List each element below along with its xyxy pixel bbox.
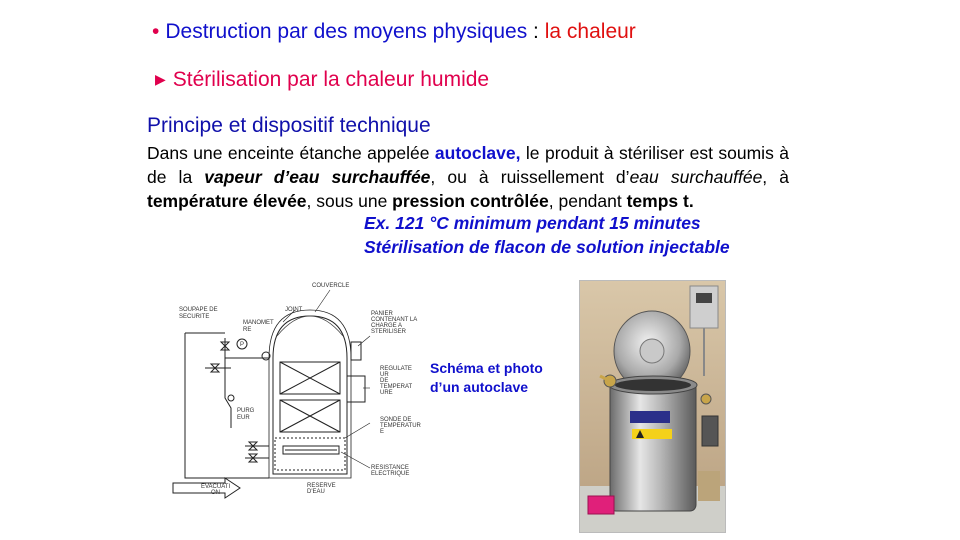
control-box: [689, 285, 719, 329]
purge-valve-icon: [227, 394, 235, 402]
temperature-term: température élevée: [147, 191, 307, 211]
caption-line-2: d’un autoclave: [430, 379, 529, 395]
label-purgeur: PURG: [237, 408, 255, 414]
label-sonde: E: [380, 429, 384, 435]
para-text: , pendant: [548, 191, 627, 211]
label-joint: JOINT: [285, 307, 303, 313]
autoclave-body: [609, 380, 697, 512]
title-part1: Destruction par des moyens physiques: [165, 20, 528, 43]
pink-basin: [587, 495, 615, 515]
pression-term: pression contrôlée: [392, 191, 549, 211]
manometer-symbol: P: [240, 342, 244, 348]
figure-caption: Schéma et photo d’un autoclave: [430, 359, 543, 397]
label-soupape: SECURITE: [179, 314, 209, 320]
triangle-bullet-icon: ▶: [155, 71, 166, 87]
blue-label: [630, 411, 670, 423]
para-text: , à: [762, 167, 789, 187]
example-line-1: Ex. 121 °C minimum pendant 15 minutes: [364, 213, 701, 233]
subtitle-text: Stérilisation par la chaleur humide: [172, 68, 490, 91]
label-soupape: SOUPAPE DE: [179, 307, 218, 313]
side-panel: [701, 415, 719, 447]
para-text: , ou à ruissellement d’: [430, 167, 630, 187]
title-part2: la chaleur: [544, 20, 636, 43]
right-gauge: [700, 393, 712, 405]
autoclave-photo: [579, 280, 726, 533]
leader-line: [314, 289, 331, 313]
vapeur-term: vapeur d’eau surchauffée: [204, 167, 431, 187]
title-separator: :: [527, 20, 545, 43]
leader-line: [344, 422, 371, 439]
principle-paragraph: Dans une enceinte étanche appelée autocl…: [147, 141, 789, 213]
label-manometre: MANOMET: [243, 320, 274, 326]
autoclave-term: autoclave,: [434, 143, 521, 163]
caption-line-1: Schéma et photo: [430, 360, 543, 376]
label-manometre: RE: [243, 327, 251, 333]
para-text: Dans une enceinte étanche appelée: [147, 143, 435, 163]
label-purgeur: EUR: [237, 415, 250, 421]
label-couvercle: COUVERCLE: [312, 283, 349, 289]
section-heading: Principe et dispositif technique: [147, 114, 431, 137]
lid-center: [639, 338, 665, 364]
leader-line: [357, 335, 371, 347]
label-reserve: D'EAU: [307, 489, 325, 495]
label-sonde: TEMPERATUR: [380, 423, 422, 429]
label-resistance: ELECTRIQUE: [371, 471, 409, 477]
control-display: [696, 293, 712, 303]
pipe-drain: [184, 333, 269, 479]
autoclave-opening: [615, 379, 691, 391]
example-line-2: Stérilisation de flacon de solution inje…: [364, 237, 730, 257]
label-regulateur: URE: [380, 390, 393, 396]
title-line: • Destruction par des moyens physiques : …: [152, 20, 636, 44]
eau-term: eau surchauffée: [629, 167, 763, 187]
temps-term: temps t.: [626, 191, 694, 211]
bullet-icon: •: [152, 20, 160, 43]
label-evacuation: ON: [211, 490, 220, 496]
side-cabinet: [698, 471, 720, 501]
autoclave-diagram: COUVERCLE SOUPAPE DE SECURITE JOINT MANO…: [172, 283, 422, 499]
para-text: , sous une: [306, 191, 393, 211]
regulator-box: [346, 375, 366, 403]
lid-arc: [276, 315, 344, 337]
subtitle-line: ▶ Stérilisation par la chaleur humide: [155, 68, 489, 92]
label-panier: STERILISER: [371, 329, 407, 335]
